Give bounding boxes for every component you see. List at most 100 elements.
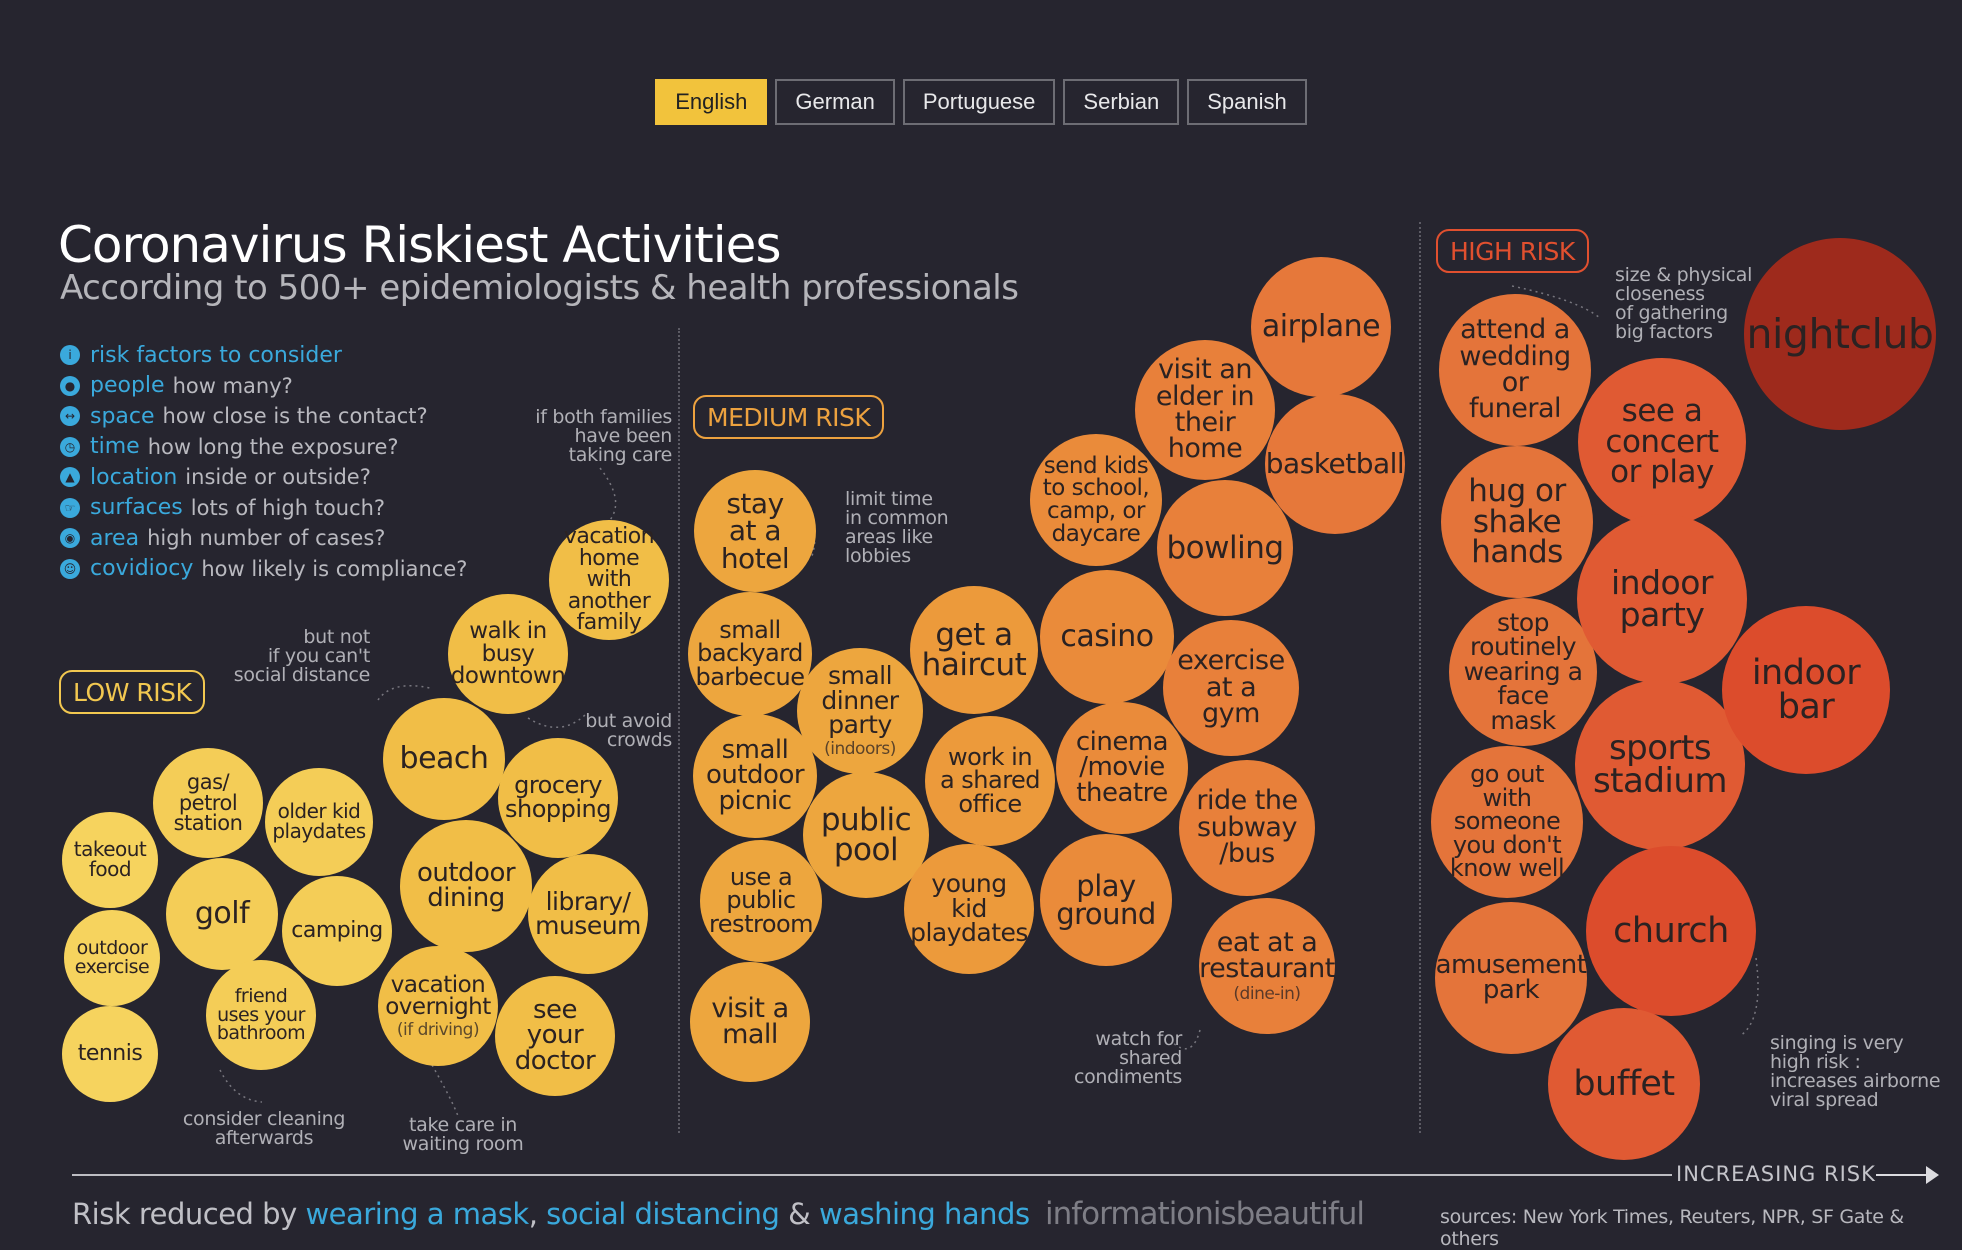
hand-icon: ☞ [60,497,80,518]
bubble-sublabel: (indoors) [824,738,896,759]
factor-space: ↔ space how close is the contact? [60,401,467,432]
factor-time: ◷ time how long the exposure? [60,432,467,463]
arrow-right-icon [1876,1174,1930,1176]
bubble-outdoor-picnic: small outdoor picnic [693,714,817,838]
bubble-camping: camping [282,876,392,986]
factor-people: ● people how many? [60,371,467,402]
bubble-see-doctor: see your doctor [495,976,615,1096]
factor-surfaces: ☞ surfaces lots of high touch? [60,493,467,524]
factor-area: ◉ area high number of cases? [60,523,467,554]
factor-text: how likely is compliance? [201,556,468,581]
footer-distancing: social distancing [546,1197,780,1231]
bubble-shared-office: work in a shared office [925,716,1055,846]
bubble-outdoor-exercise: outdoor exercise [64,910,160,1006]
footer-risk-reduction: Risk reduced by wearing a mask, social d… [72,1197,1030,1231]
people-icon: ● [60,375,80,396]
axis-label: INCREASING RISK [1676,1162,1876,1186]
tab-english[interactable]: English [655,79,768,125]
bubble-sublabel: (dine-in) [1233,983,1301,1004]
footer-sep1: , [528,1197,547,1231]
divider-low-medium [678,328,680,1133]
footer-prefix: Risk reduced by [72,1197,306,1231]
space-icon: ↔ [60,406,80,427]
note-avoid-crowds: but avoid crowds [585,710,672,751]
bubble-grocery-shopping: grocery shopping [498,738,618,858]
risk-factors-heading-label: risk factors to consider [90,342,342,368]
bubble-visit-elder: visit an elder in their home [1135,340,1275,480]
factor-key: space [90,403,155,429]
bubble-label: small dinner party [821,661,899,740]
zone-label-high: HIGH RISK [1436,229,1589,273]
factor-covidiocy: ☺ covidiocy how likely is compliance? [60,554,467,585]
tab-serbian[interactable]: Serbian [1063,79,1180,125]
footer-hands: washing hands [818,1197,1030,1231]
globe-icon: ◉ [60,528,80,549]
bubble-casino: casino [1040,570,1174,704]
note-cleaning: consider cleaning afterwards [182,1108,346,1149]
bubble-go-out-stranger: go out with someone you don't know well [1431,746,1583,898]
language-tabs: English German Portuguese Serbian Spanis… [0,79,1962,125]
divider-medium-high [1419,222,1421,1133]
bubble-takeout-food: takeout food [62,812,158,908]
factor-text: inside or outside? [185,465,371,490]
bubble-airplane: airplane [1251,257,1391,397]
bubble-buffet: buffet [1548,1008,1700,1160]
bubble-playground: play ground [1040,834,1172,966]
bubble-gas-station: gas/ petrol station [153,748,263,858]
head-icon: ☺ [60,558,80,579]
note-families: if both families have been taking care [535,406,672,466]
bubble-beach: beach [383,698,505,820]
note-gathering: size & physical closeness of gathering b… [1615,264,1753,343]
bubble-basketball: basketball [1265,394,1405,534]
factor-text: high number of cases? [147,526,386,551]
note-waiting-room: take care in waiting room [402,1114,524,1155]
bubble-label: vacation overnight [385,971,491,1021]
tab-spanish[interactable]: Spanish [1187,79,1307,125]
risk-axis-line [72,1174,1672,1176]
bubble-public-restroom: use a public restroom [700,840,822,962]
factor-key: location [90,464,178,490]
bubble-eat-restaurant: eat at a restaurant (dine-in) [1199,898,1335,1034]
bubble-church: church [1586,846,1756,1016]
factor-key: people [90,373,165,399]
tab-portuguese[interactable]: Portuguese [902,79,1056,125]
risk-factors-legend: i risk factors to consider ● people how ma… [60,340,467,584]
bubble-stop-face-mask: stop routinely wearing a face mask [1449,598,1597,746]
arrowhead-icon [1926,1166,1939,1184]
zone-label-medium: MEDIUM RISK [693,395,885,439]
bubble-label: eat at a restaurant [1199,926,1335,985]
clock-icon: ◷ [60,436,80,457]
bubble-cinema: cinema /movie theatre [1056,702,1188,834]
factor-text: how close is the contact? [162,404,428,429]
factor-location: ▲ location inside or outside? [60,462,467,493]
bubble-haircut: get a haircut [910,586,1038,714]
bubble-sublabel: (if driving) [396,1019,480,1040]
page-title: Coronavirus Riskiest Activities [58,216,781,274]
bubble-friend-bathroom: friend uses your bathroom [206,960,316,1070]
footer-mask: wearing a mask [305,1197,529,1231]
bubble-backyard-barbecue: small backyard barbecue [688,592,812,716]
bubble-hug-shake-hands: hug or shake hands [1441,446,1593,598]
zone-label-low: LOW RISK [59,670,206,714]
tab-german[interactable]: German [775,79,895,125]
note-not-distance: but not if you can't social distance [233,626,371,686]
bubble-tennis: tennis [62,1006,158,1102]
bubble-bowling: bowling [1157,480,1293,616]
bubble-dinner-party: small dinner party (indoors) [797,648,923,774]
bubble-golf: golf [166,858,278,970]
bubble-young-kid-playdates: young kid playdates [904,844,1034,974]
bubble-vacation-overnight: vacation overnight (if driving) [378,946,498,1066]
bubble-walk-downtown: walk in busy downtown [448,594,568,714]
note-singing: singing is very high risk : increases ai… [1770,1032,1941,1111]
bubble-older-kid-playdates: older kid playdates [265,768,373,876]
location-icon: ▲ [60,467,80,488]
note-condiments: watch for shared condiments [1073,1028,1182,1088]
footer-sep2: & [779,1197,819,1231]
bubble-indoor-bar: indoor bar [1722,606,1890,774]
factor-text: lots of high touch? [190,495,386,520]
bubble-ride-subway: ride the subway /bus [1179,760,1315,896]
brand-logo[interactable]: informationisbeautiful [1045,1196,1365,1232]
page-subtitle: According to 500+ epidemiologists & heal… [60,268,1019,308]
info-icon: i [60,345,80,366]
bubble-outdoor-dining: outdoor dining [400,820,532,952]
